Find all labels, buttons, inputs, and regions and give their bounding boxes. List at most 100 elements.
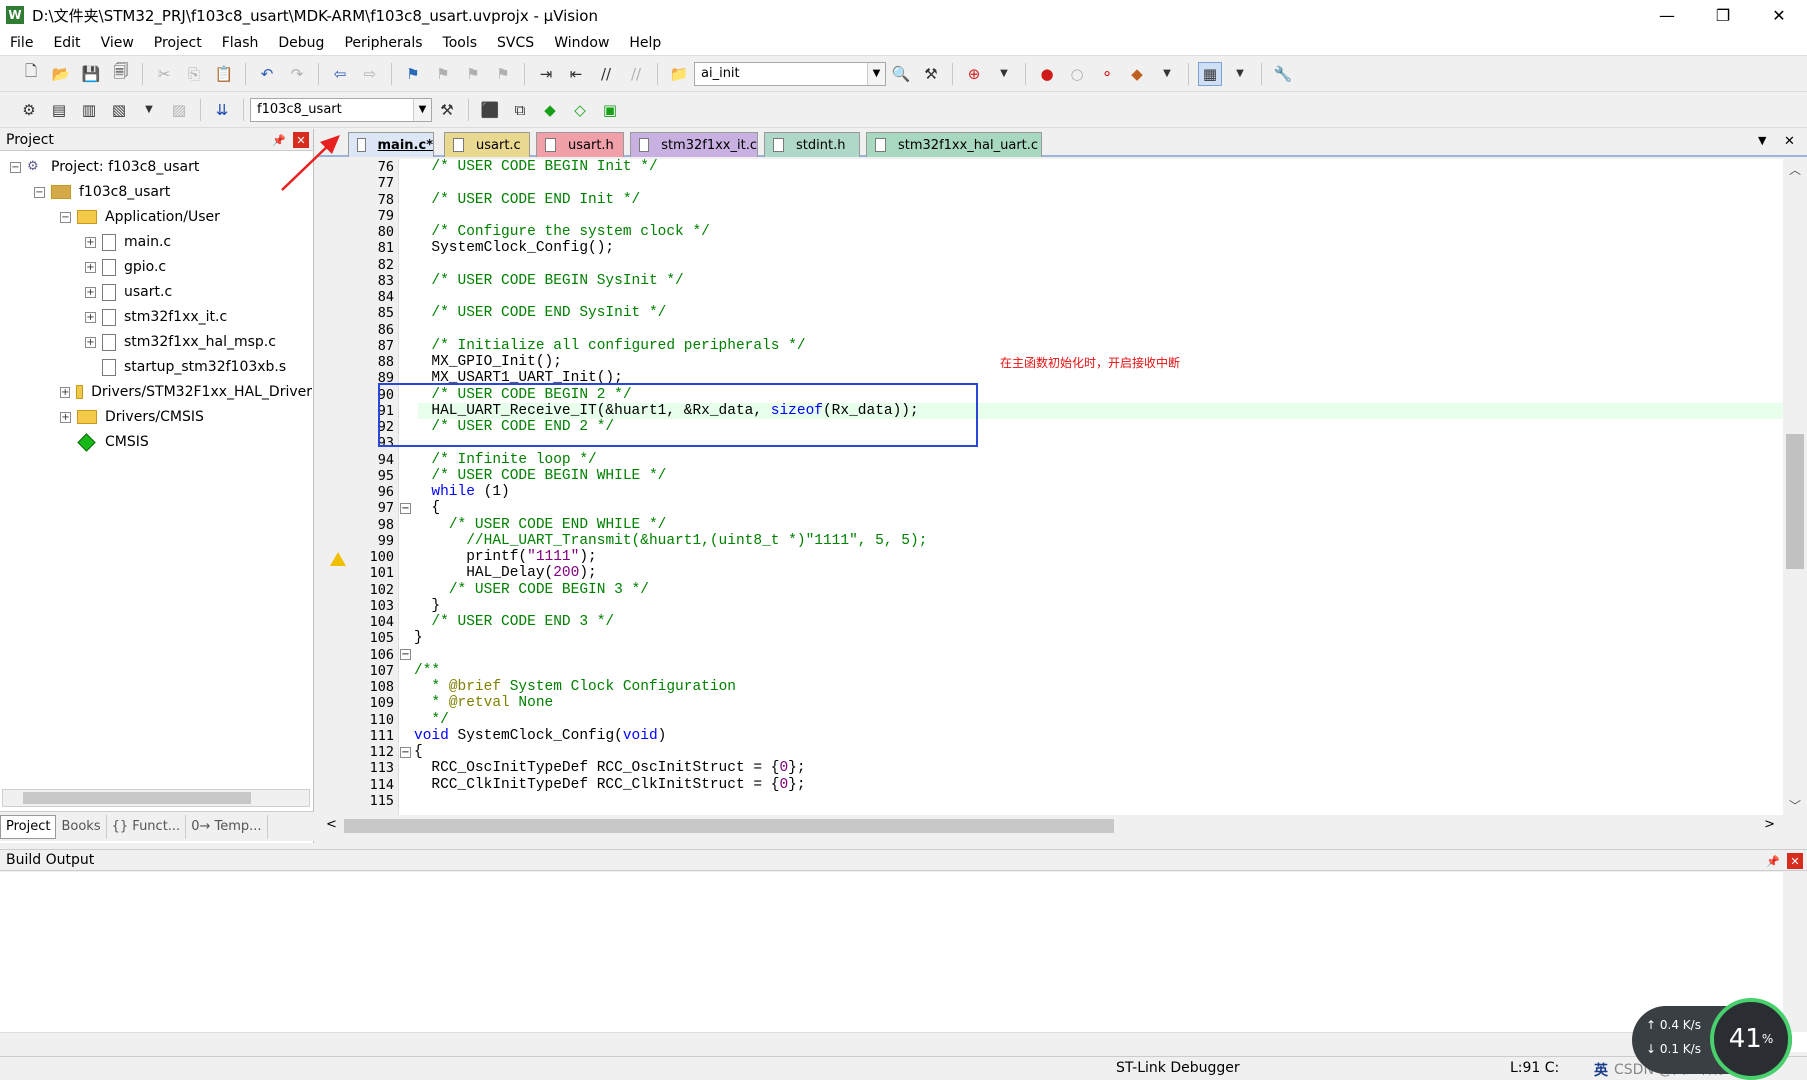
tab-templates[interactable]: 0→ Temp...	[186, 814, 268, 839]
nav-back-icon[interactable]: ⇦	[328, 62, 352, 86]
menu-tools[interactable]: Tools	[433, 35, 488, 51]
comment-icon[interactable]: //	[594, 62, 618, 86]
tree-file-gpio-c[interactable]: + gpio.c	[85, 255, 166, 279]
collapse-icon[interactable]: −	[60, 211, 71, 223]
rebuild-icon[interactable]: ▥	[77, 98, 101, 122]
expand-icon[interactable]: +	[60, 411, 71, 423]
translate-icon[interactable]: ⚙	[17, 98, 41, 122]
restore-button[interactable]: ❐	[1695, 0, 1751, 30]
scroll-thumb[interactable]	[23, 792, 251, 804]
expand-icon[interactable]: +	[85, 286, 96, 298]
close-window-button[interactable]: ✕	[1751, 0, 1807, 30]
collapse-icon[interactable]: −	[10, 161, 21, 173]
manage-rte-icon[interactable]: ◆	[538, 98, 562, 122]
scroll-thumb[interactable]	[344, 819, 1114, 833]
select-packs-icon[interactable]: ◇	[568, 98, 592, 122]
build-output-pane[interactable]	[0, 872, 1807, 1052]
batch-build-icon[interactable]: ▧	[107, 98, 131, 122]
indent-icon[interactable]: ⇥	[534, 62, 558, 86]
collapse-icon[interactable]: −	[34, 186, 45, 198]
find-icon[interactable]: 🔍	[889, 62, 913, 86]
config-wizard-icon[interactable]: ◆	[1125, 62, 1149, 86]
tree-group-drivers-cmsis[interactable]: + Drivers/CMSIS	[60, 405, 204, 429]
tab-books[interactable]: Books	[56, 814, 107, 839]
fold-toggle-icon[interactable]: −	[400, 503, 411, 514]
menu-project[interactable]: Project	[144, 35, 212, 51]
next-bookmark-icon[interactable]: ⚑	[461, 62, 485, 86]
menu-flash[interactable]: Flash	[212, 35, 269, 51]
bookmark-icon[interactable]: ⚑	[401, 62, 425, 86]
tree-file-stm32f1xx-it-c[interactable]: + stm32f1xx_it.c	[85, 305, 227, 329]
scroll-right-icon[interactable]: >	[1764, 817, 1775, 832]
scroll-up-icon[interactable]: ︿	[1783, 159, 1807, 179]
find-in-files-icon[interactable]: 📁	[667, 62, 691, 86]
tree-group-application-user[interactable]: − Application/User	[60, 205, 220, 229]
tree-file-startup[interactable]: startup_stm32f103xb.s	[102, 355, 286, 379]
prev-bookmark-icon[interactable]: ⚑	[431, 62, 455, 86]
menu-debug[interactable]: Debug	[268, 35, 334, 51]
options-wrench-icon[interactable]: 🔧	[1271, 62, 1295, 86]
redo-icon[interactable]: ↷	[285, 62, 309, 86]
tab-project[interactable]: Project	[0, 814, 57, 839]
menu-edit[interactable]: Edit	[43, 35, 90, 51]
copy-icon[interactable]: ⎘	[182, 62, 206, 86]
unindent-icon[interactable]: ⇤	[564, 62, 588, 86]
tree-cmsis-component[interactable]: CMSIS	[77, 430, 149, 454]
tree-target[interactable]: − f103c8_usart	[34, 180, 170, 204]
save-all-icon[interactable]: 🗐	[109, 62, 133, 86]
tab-main-c[interactable]: main.c*	[348, 132, 434, 157]
expand-icon[interactable]: +	[85, 336, 96, 348]
tree-file-main-c[interactable]: + main.c	[85, 230, 171, 254]
window-layout-icon[interactable]: ▦	[1198, 61, 1222, 86]
scroll-thumb[interactable]	[1786, 434, 1804, 569]
kill-breakpoints-icon[interactable]: ⚬	[1095, 62, 1119, 86]
download-load-icon[interactable]: ⇊	[210, 98, 234, 122]
uncomment-icon[interactable]: //	[624, 62, 648, 86]
tab-stm32f1xx-hal-uart-c[interactable]: stm32f1xx_hal_uart.c	[866, 132, 1042, 157]
manage-project-items-icon[interactable]: ⬛	[478, 98, 502, 122]
cut-icon[interactable]: ✂	[152, 62, 176, 86]
tree-file-usart-c[interactable]: + usart.c	[85, 280, 172, 304]
target-options-icon[interactable]: ⚒	[435, 98, 459, 122]
editor-horizontal-scrollbar[interactable]: < >	[318, 815, 1783, 837]
menu-svcs[interactable]: SVCS	[487, 35, 544, 51]
clear-bookmarks-icon[interactable]: ⚑	[491, 62, 515, 86]
build-horizontal-scrollbar[interactable]	[0, 1032, 1783, 1052]
menu-help[interactable]: Help	[619, 35, 671, 51]
target-combo[interactable]: f103c8_usart ▼	[250, 97, 432, 122]
tab-stm32f1xx-it-c[interactable]: stm32f1xx_it.c	[630, 132, 758, 157]
expand-icon[interactable]: +	[85, 311, 96, 323]
close-panel-icon[interactable]: ✕	[1787, 853, 1803, 869]
layout-dropdown-icon[interactable]: ▼	[1228, 62, 1252, 86]
tab-list-dropdown-icon[interactable]: ▼	[1758, 134, 1766, 147]
tree-project-root[interactable]: − ⚙ Project: f103c8_usart	[10, 155, 199, 179]
pack-installer-icon[interactable]: ▣	[598, 98, 622, 122]
batch-dropdown-icon[interactable]: ▼	[137, 98, 161, 122]
expand-icon[interactable]: +	[85, 261, 96, 273]
menu-file[interactable]: File	[0, 35, 43, 51]
stop-build-icon[interactable]: ▨	[167, 98, 191, 122]
fold-toggle-icon[interactable]: −	[400, 649, 411, 660]
build-icon[interactable]: ▤	[47, 98, 71, 122]
close-tab-icon[interactable]: ✕	[1784, 134, 1795, 149]
wizard-dropdown-icon[interactable]: ▼	[1155, 62, 1179, 86]
minimize-button[interactable]: —	[1639, 0, 1695, 30]
tab-functions[interactable]: {} Funct...	[107, 814, 187, 839]
code-editor[interactable]: − − − 76 77 78 79 80 81 82 83 84 85 86 87 88 89 90 91 92…	[318, 159, 1783, 815]
debug-session-icon[interactable]: ⊕	[962, 62, 986, 86]
expand-icon[interactable]: +	[60, 386, 71, 398]
incremental-find-icon[interactable]: ⚒	[919, 62, 943, 86]
debug-dropdown-icon[interactable]: ▼	[992, 62, 1016, 86]
expand-icon[interactable]: +	[85, 236, 96, 248]
scroll-left-icon[interactable]: <	[326, 817, 337, 832]
disable-breakpoint-icon[interactable]: ○	[1065, 62, 1089, 86]
menu-view[interactable]: View	[91, 35, 144, 51]
project-horizontal-scrollbar[interactable]	[2, 789, 310, 807]
new-file-icon[interactable]: 🗋	[19, 62, 43, 86]
chevron-down-icon[interactable]: ▼	[413, 98, 431, 121]
tree-file-stm32f1xx-hal-msp-c[interactable]: + stm32f1xx_hal_msp.c	[85, 330, 276, 354]
editor-vertical-scrollbar[interactable]: ︿ ﹀	[1783, 159, 1807, 815]
build-vertical-scrollbar[interactable]	[1783, 872, 1807, 1032]
paste-icon[interactable]: 📋	[212, 62, 236, 86]
tab-stdint-h[interactable]: stdint.h	[764, 132, 860, 157]
